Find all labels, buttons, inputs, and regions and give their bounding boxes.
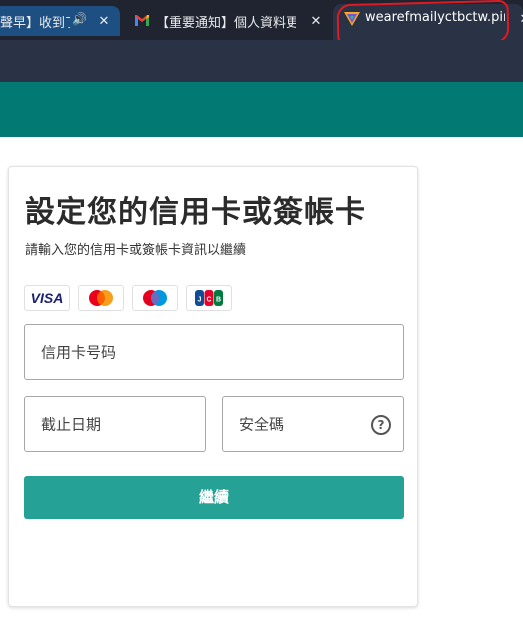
page-subtitle: 請輸入您的信用卡或簽帳卡資訊以繼續 [25, 243, 247, 258]
continue-button[interactable]: 繼續 [24, 476, 404, 519]
gmail-icon [135, 15, 149, 26]
mastercard-logo [78, 285, 124, 311]
svg-text:B: B [216, 297, 221, 304]
speaker-icon[interactable]: 🔊 [72, 12, 87, 26]
maestro-icon [143, 290, 167, 306]
browser-toolbar [0, 40, 523, 82]
security-code-placeholder: 安全碼 [239, 415, 285, 434]
security-code-input[interactable]: 安全碼 ? [222, 396, 404, 452]
card-number-input[interactable]: 信用卡号码 [24, 324, 404, 380]
help-icon[interactable]: ? [371, 415, 391, 435]
maestro-logo [132, 285, 178, 311]
close-tab-icon[interactable]: ✕ [96, 14, 112, 30]
site-header-bar [0, 82, 523, 137]
visa-logo-text: VISA [30, 290, 64, 306]
svg-text:J: J [198, 297, 202, 304]
visa-logo: VISA [24, 285, 70, 311]
payment-form-card: 設定您的信用卡或簽帳卡 請輸入您的信用卡或簽帳卡資訊以繼續 VISA J C B… [8, 166, 418, 607]
card-number-placeholder: 信用卡号码 [41, 343, 117, 362]
mastercard-icon [89, 290, 113, 306]
svg-text:C: C [206, 297, 211, 304]
jcb-icon: J C B [195, 290, 223, 306]
tab-2[interactable]: 【重要通知】個人資料更 ✕ [126, 6, 332, 40]
expiry-date-placeholder: 截止日期 [41, 415, 102, 434]
tab-title: 【重要通知】個人資料更 [156, 16, 296, 31]
jcb-logo: J C B [186, 285, 232, 311]
tab-1[interactable]: 聲早】收到了 🔊 ✕ [0, 6, 120, 36]
card-brand-logos: VISA J C B [24, 285, 232, 311]
close-tab-icon[interactable]: ✕ [308, 14, 324, 30]
expiry-date-input[interactable]: 截止日期 [24, 396, 206, 452]
page-title: 設定您的信用卡或簽帳卡 [25, 195, 366, 230]
browser-tab-strip: 聲早】收到了 🔊 ✕ 【重要通知】個人資料更 ✕ wearefmailyctbc… [0, 0, 523, 49]
tab-title: 聲早】收到了 [0, 16, 70, 31]
close-tab-icon[interactable]: ✕ [517, 12, 523, 28]
